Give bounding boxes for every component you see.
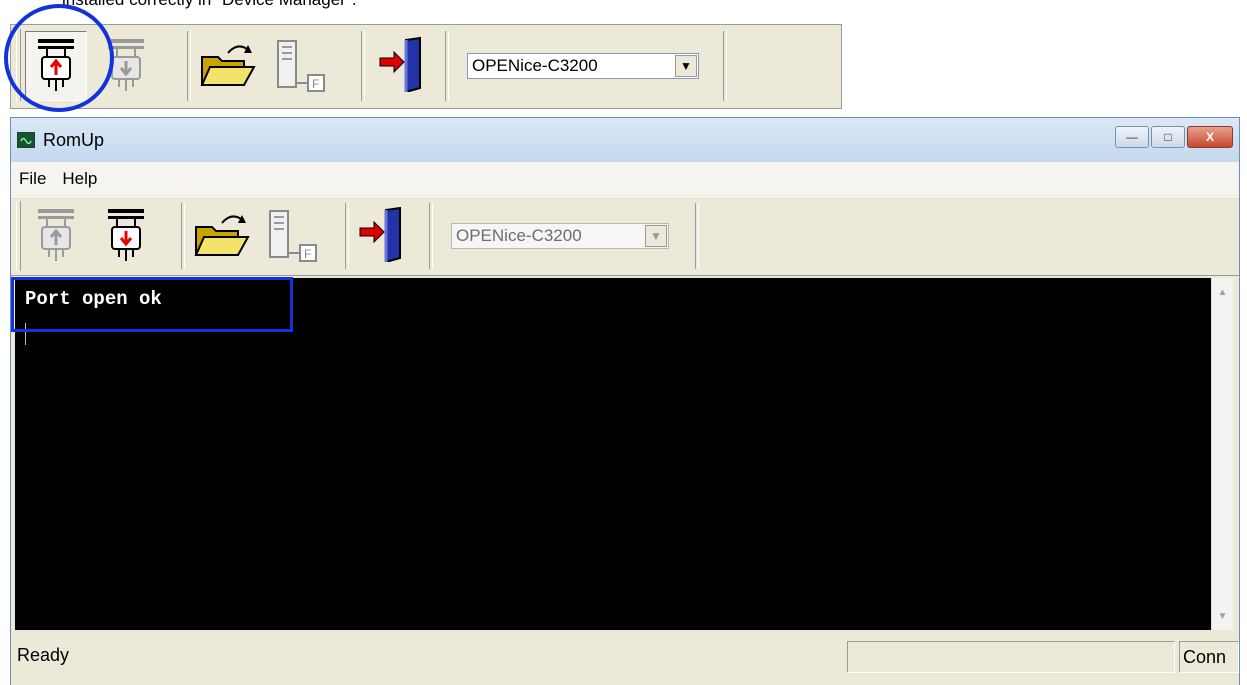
exit-button[interactable] [371,29,433,99]
status-text: Ready [17,645,70,665]
title-bar[interactable]: RomUp — □ X [11,118,1239,162]
toolbar-separator [445,31,449,101]
highlight-rectangle [11,277,293,332]
status-panel-connection: Conn [1179,641,1239,673]
flash-file-icon: F [277,40,325,92]
svg-text:F: F [312,77,319,91]
device-select-value: OPENice-C3200 [472,56,598,75]
toolbar-grip[interactable] [16,201,21,271]
toolbar-separator [361,31,365,101]
flash-file-button[interactable]: F [269,31,331,101]
romup-window: RomUp — □ X File Help F OPENice-C3200 ▼ … [10,117,1240,685]
connect-icon [38,209,74,261]
status-bar: Ready Conn [11,633,1239,685]
document-caption: installed correctly in "Device Manager". [62,0,357,10]
flash-file-icon: F [269,210,317,262]
disconnect-button[interactable] [95,201,157,271]
menu-file[interactable]: File [11,169,54,189]
toolbar-separator [345,203,349,269]
chevron-down-icon[interactable]: ▼ [645,225,667,247]
vertical-scrollbar[interactable]: ▲ ▼ [1211,278,1233,630]
status-panel [847,641,1175,673]
toolbar-separator [695,203,699,269]
scroll-up-icon[interactable]: ▲ [1212,282,1233,302]
menu-help[interactable]: Help [54,169,105,189]
minimize-button[interactable]: — [1115,126,1149,148]
status-connection-text: Conn [1183,647,1227,667]
console-output[interactable]: Port open ok [11,277,1211,630]
toolbar-separator [181,203,185,269]
exit-door-icon [379,36,421,92]
toolbar-separator [723,31,727,101]
toolbar-strip: F OPENice-C3200 ▼ [10,24,842,109]
disconnect-icon [108,209,144,261]
open-folder-icon [200,45,256,86]
open-folder-icon [194,215,250,256]
window-controls: — □ X [1115,126,1233,148]
svg-text:F: F [304,247,311,261]
open-file-button[interactable] [191,201,253,271]
chevron-down-icon[interactable]: ▼ [675,55,697,77]
device-select[interactable]: OPENice-C3200 ▼ [451,223,669,249]
scroll-down-icon[interactable]: ▼ [1212,606,1233,626]
maximize-button[interactable]: □ [1151,126,1185,148]
toolbar-separator [429,203,433,269]
device-select[interactable]: OPENice-C3200 ▼ [467,53,699,79]
window-toolbar: F OPENice-C3200 ▼ [11,196,1239,276]
device-select-value: OPENice-C3200 [456,226,582,245]
window-title: RomUp [43,129,105,150]
flash-file-button[interactable]: F [261,201,323,271]
exit-button[interactable] [351,199,413,269]
open-file-button[interactable] [197,31,259,101]
highlight-circle [4,4,114,112]
toolbar-separator [187,31,191,101]
connect-button[interactable] [25,201,87,271]
menu-bar: File Help [11,162,1239,195]
exit-door-icon [359,206,401,262]
close-button[interactable]: X [1187,126,1233,148]
app-icon [17,132,35,148]
